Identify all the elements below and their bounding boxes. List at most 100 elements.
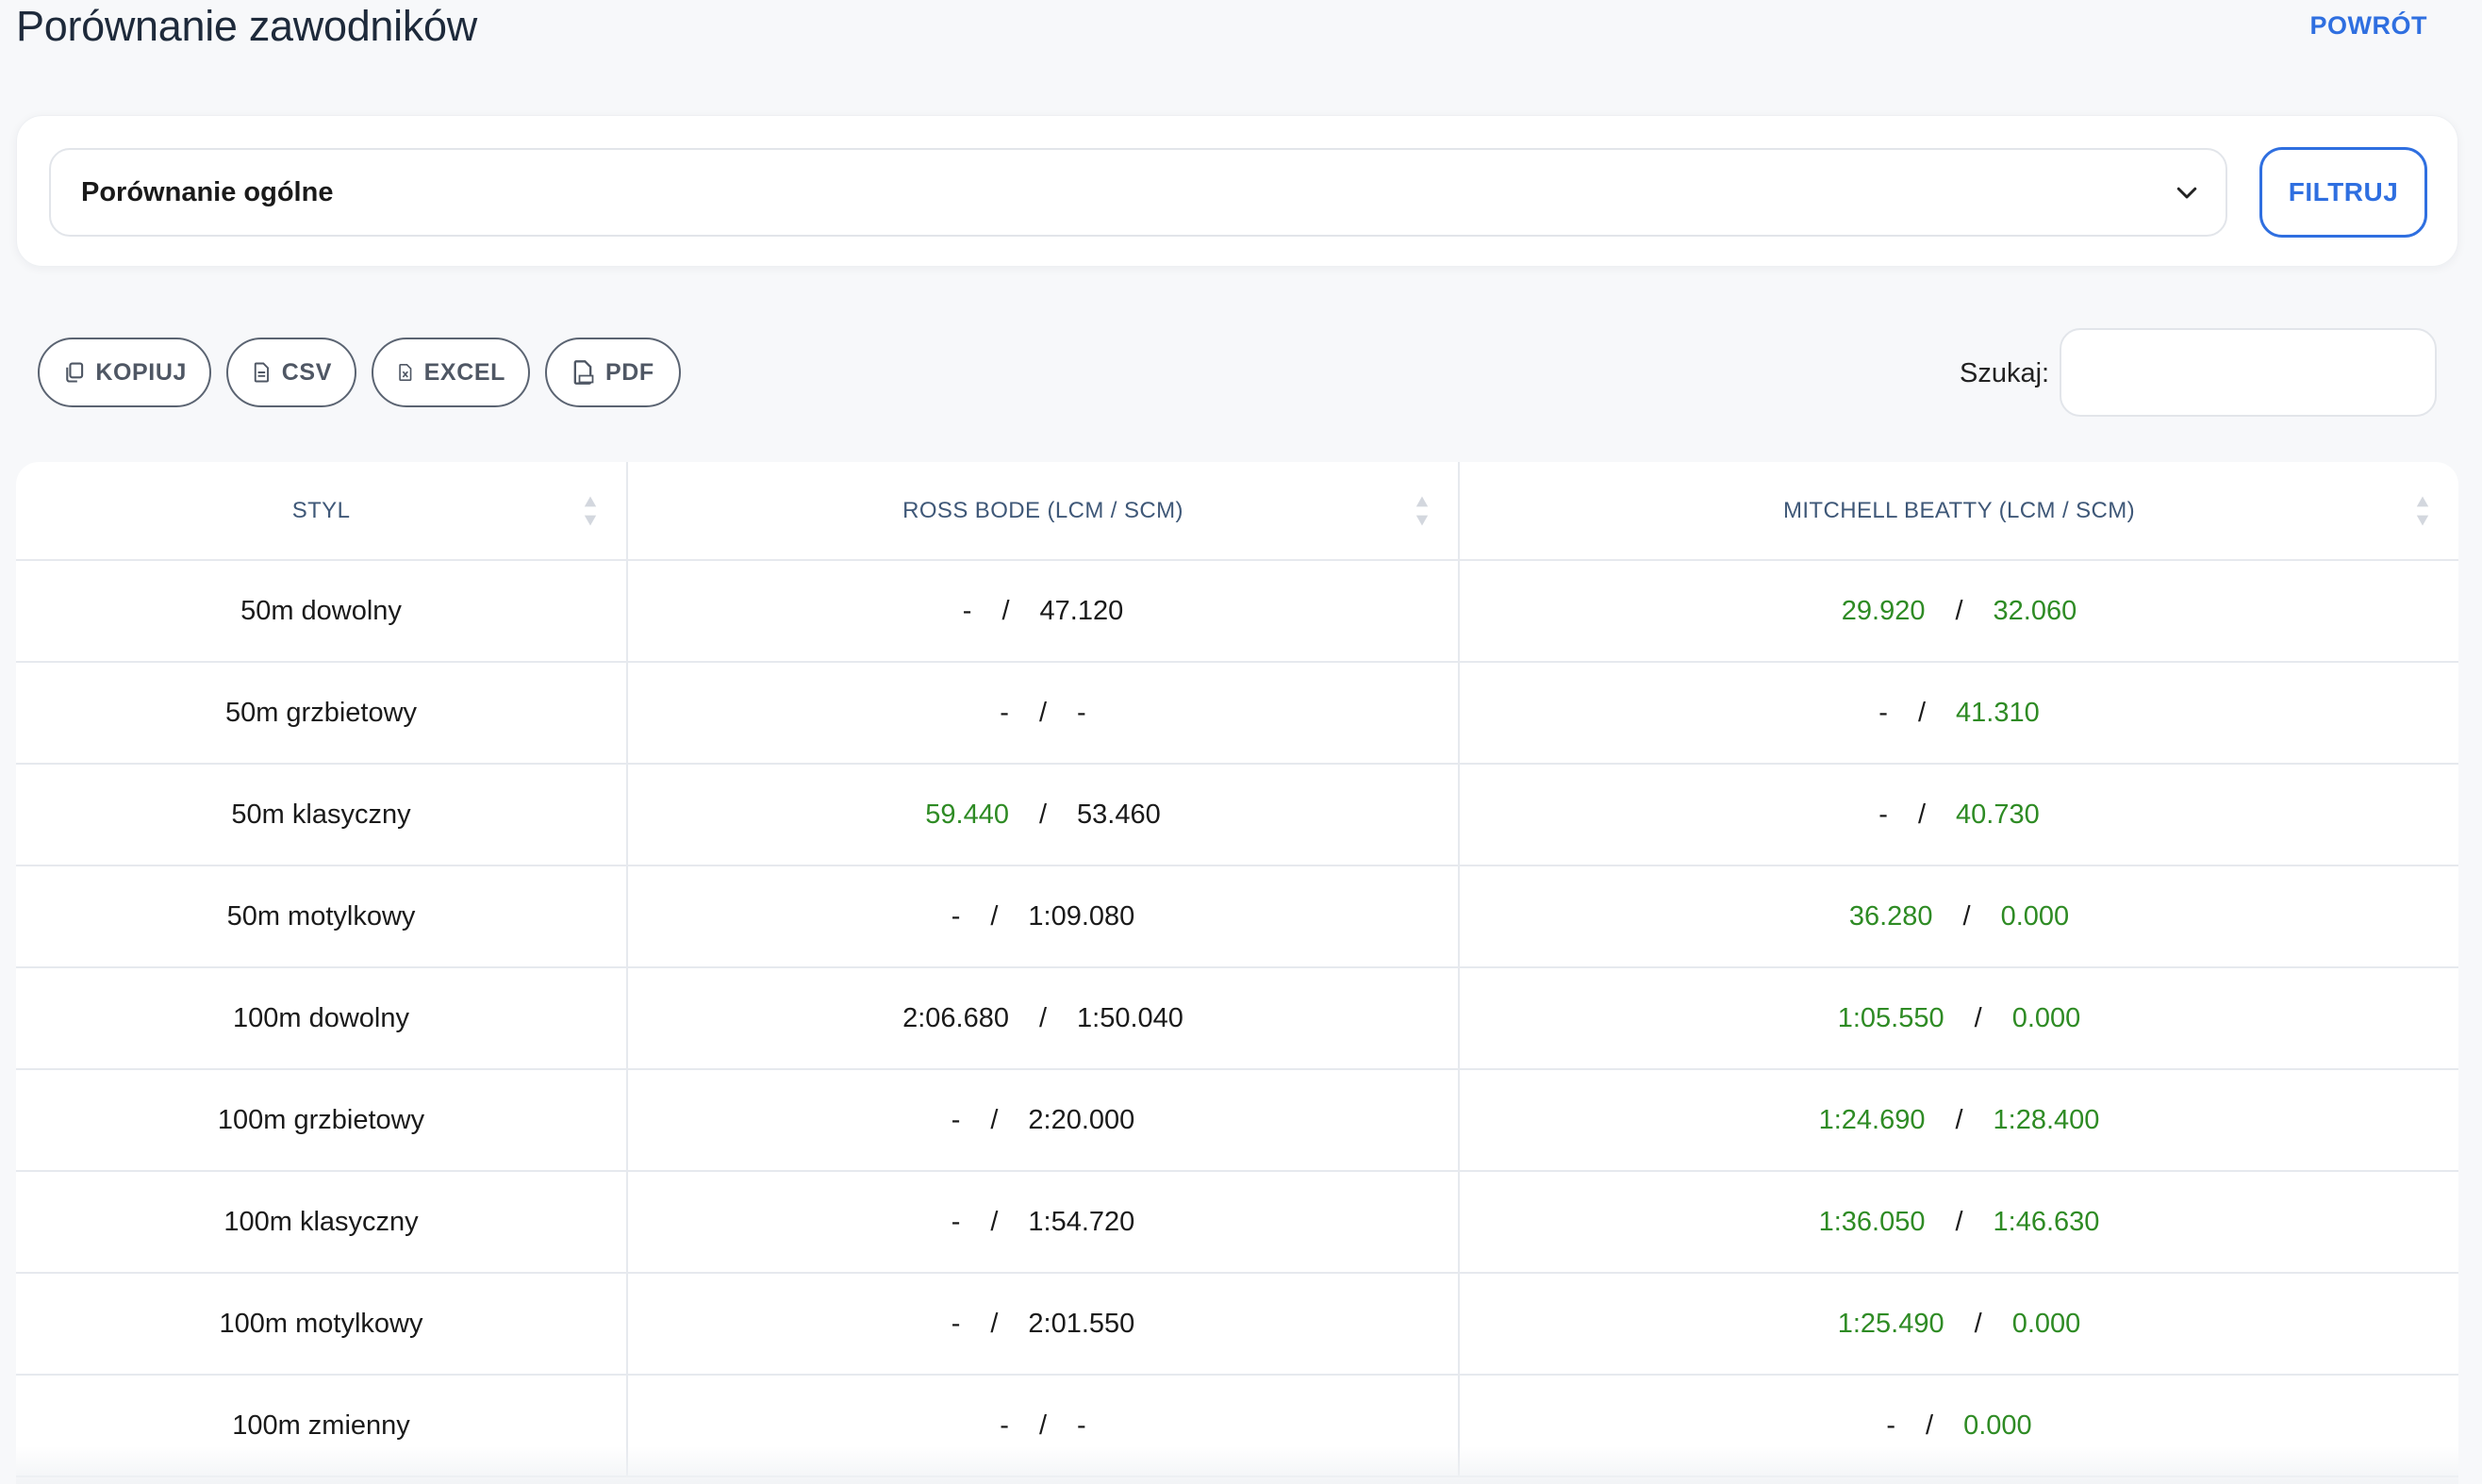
time-separator: / [1917,697,1927,728]
time-pair: 2:06.680 / 1:50.040 [902,1003,1183,1034]
player-1-times-cell: 2:06.680 / 1:50.040 [626,967,1459,1070]
style-cell: 100m motylkowy [16,1273,627,1376]
time-separator: / [1955,1104,1963,1135]
column-header-style[interactable]: STYL [16,462,627,561]
player-2-times-cell: -/ 40.730 [1458,764,2458,866]
table-row: 100m grzbietowy -/2:20.000 1:24.690/1:28.4… [16,1069,2458,1172]
time-separator: / [1962,900,1971,932]
player-1-times-cell: - / - [626,1375,1459,1477]
style-cell: 100m dowolny [16,967,627,1070]
search-input[interactable] [2060,328,2437,417]
lcm-time: 29.920 [1841,595,1926,626]
time-pair: - / - [1000,1410,1085,1442]
style-cell: 50m dowolny [16,560,627,663]
player-1-times-cell: -/ 2:01.550 [626,1273,1459,1376]
time-pair: -/ 41.310 [1878,698,2039,729]
scm-time: 41.310 [1956,697,2040,728]
csv-button[interactable]: CSV [226,338,356,407]
player-2-times-cell: -/ 41.310 [1458,662,2458,765]
column-header-player-2[interactable]: MITCHELL BEATTY (LCM / SCM) [1458,462,2458,561]
excel-button-label: EXCEL [423,358,505,386]
pdf-button[interactable]: PDF [545,338,681,407]
lcm-time: - [1000,697,1009,728]
time-separator: / [1038,1410,1048,1441]
time-separator: / [1926,1410,1934,1441]
export-toolbar: KOPIUJ CSV EXCEL PDF [38,338,681,407]
lcm-time: 1:36.050 [1818,1206,1926,1237]
time-separator: / [1974,1002,1982,1033]
time-separator: / [1974,1308,1982,1339]
column-header-label: ROSS BODE (LCM / SCM) [902,497,1183,523]
search-label: Szukaj: [1960,358,2050,388]
lcm-time: - [951,1206,961,1237]
scm-time: 47.120 [1039,595,1124,626]
scm-time: 1:54.720 [1028,1206,1135,1237]
time-pair: -/ 1:54.720 [951,1207,1135,1238]
player-2-times-cell: 36.280 / 0.000 [1458,866,2458,968]
column-header-label: STYL [291,497,351,523]
time-separator: / [990,1308,999,1339]
time-pair: -/ 40.730 [1878,800,2039,831]
chevron-down-icon [2176,187,2197,199]
time-separator: / [1955,595,1963,626]
time-pair: 1:05.550 / 0.000 [1838,1003,2081,1034]
table-row: 100m motylkowy -/2:01.550 1:25.490/0.000 [16,1273,2458,1376]
lcm-time: 1:24.690 [1818,1104,1926,1135]
scm-time: - [1077,1410,1086,1441]
time-separator: / [1038,697,1048,728]
pdf-button-label: PDF [605,358,654,386]
excel-button[interactable]: EXCEL [372,338,530,407]
scm-time: 1:46.630 [1993,1206,2100,1237]
table-body: 50m dowolny -/47.120 29.920/32.060 50m grzb… [16,560,2458,1477]
scm-time: 0.000 [2011,1308,2081,1339]
comparison-type-select[interactable]: Porównanie ogólne [49,148,2227,237]
time-separator: / [990,1104,999,1135]
csv-button-label: CSV [281,358,332,386]
page-title: Porównanie zawodników [16,2,477,50]
scm-time: 1:28.400 [1993,1104,2100,1135]
time-separator: / [1917,799,1927,830]
copy-button-label: KOPIUJ [95,358,187,386]
player-2-times-cell: 1:25.490 / 0.000 [1458,1273,2458,1376]
time-pair: 59.440 / 53.460 [925,800,1160,831]
file-pdf-icon [573,360,594,385]
table-row: 50m klasyczny 59.440/53.460-/40.730 [16,764,2458,866]
sort-icon [584,496,597,525]
table-row: 100m dowolny 2:06.680 / 1:50.040 1:05.550 / 0.… [16,967,2458,1070]
player-2-times-cell: 1:36.050 / 1:46.630 [1458,1171,2458,1274]
comparison-table-card: STYL ROSS BODE (LCM / SCM) MITCHELL BEAT… [16,462,2458,1484]
filter-card: Porównanie ogólne FILTRUJ [16,115,2458,267]
lcm-time: - [1886,1410,1896,1441]
file-excel-icon [399,363,412,382]
player-1-times-cell: -/ 1:54.720 [626,1171,1459,1274]
time-separator: / [990,900,999,932]
player-1-times-cell: -/ 1:09.080 [626,866,1459,968]
table-row: 100m zmienny - / - -/0.000 [16,1375,2458,1477]
time-pair: -/ 1:09.080 [951,901,1135,932]
scm-time: - [1077,697,1086,728]
time-separator: / [1001,595,1010,626]
player-2-times-cell: -/ 0.000 [1458,1375,2458,1477]
scm-time: 2:20.000 [1028,1104,1135,1135]
lcm-time: - [951,900,961,932]
style-cell: 100m klasyczny [16,1171,627,1274]
time-pair: -/ 2:20.000 [951,1105,1135,1136]
scm-time: 1:50.040 [1077,1002,1183,1033]
time-pair: 1:36.050 / 1:46.630 [1819,1207,2100,1238]
style-cell: 50m motylkowy [16,866,627,968]
scm-time: 0.000 [2011,1002,2081,1033]
time-pair: 1:24.690 / 1:28.400 [1819,1105,2100,1136]
table-row: 50m dowolny -/47.120 29.920/32.060 [16,560,2458,663]
scm-time: 40.730 [1956,799,2040,830]
copy-icon [66,362,84,383]
table-row: 50m grzbietowy - / - -/41.310 [16,662,2458,765]
scm-time: 1:09.080 [1028,900,1135,932]
player-2-times-cell: 1:24.690 / 1:28.400 [1458,1069,2458,1172]
column-header-player-1[interactable]: ROSS BODE (LCM / SCM) [626,462,1459,561]
comparison-type-selected-value: Porównanie ogólne [81,176,334,207]
back-link[interactable]: POWRÓT [2310,11,2428,41]
copy-button[interactable]: KOPIUJ [38,338,211,407]
player-1-times-cell: 59.440 / 53.460 [626,764,1459,866]
filter-button[interactable]: FILTRUJ [2259,147,2427,238]
player-1-times-cell: - / - [626,662,1459,765]
